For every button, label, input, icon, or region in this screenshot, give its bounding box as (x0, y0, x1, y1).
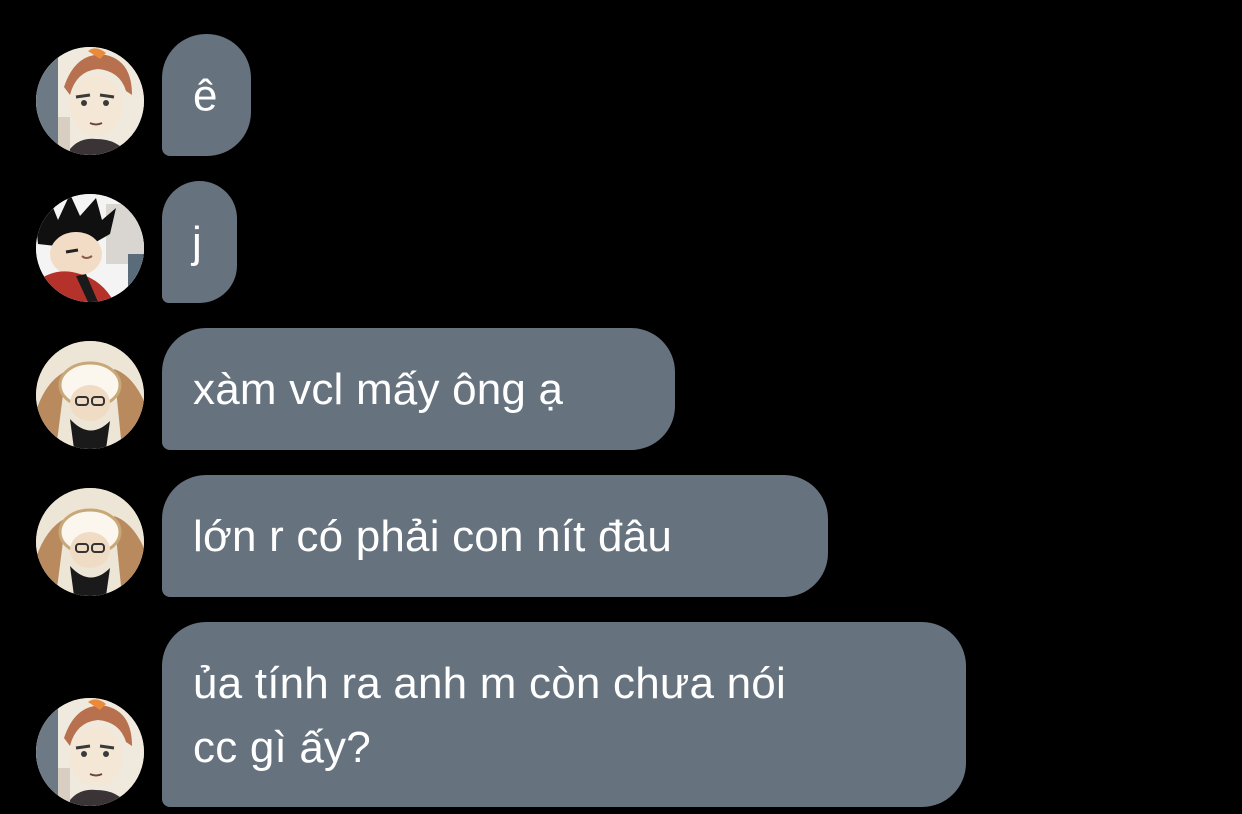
glasses-character-avatar-icon (36, 488, 144, 596)
glasses-character-avatar-icon (36, 341, 144, 449)
avatar-icon[interactable] (36, 698, 144, 806)
red-haired-character-avatar-icon (36, 698, 144, 806)
message-bubble[interactable]: ê (162, 34, 251, 156)
message-bubble[interactable]: ủa tính ra anh m còn chưa nói cc gì ấy? (162, 622, 966, 807)
avatar-icon[interactable] (36, 194, 144, 302)
avatar-icon[interactable] (36, 341, 144, 449)
avatar-icon[interactable] (36, 488, 144, 596)
chat-thread: ê j xàm vcl mấy ông ạ lớn r có phải con … (0, 0, 1242, 814)
black-haired-character-avatar-icon (36, 194, 144, 302)
red-haired-character-avatar-icon (36, 47, 144, 155)
message-bubble[interactable]: xàm vcl mấy ông ạ (162, 328, 675, 450)
avatar-icon[interactable] (36, 47, 144, 155)
message-bubble[interactable]: lớn r có phải con nít đâu (162, 475, 828, 597)
message-bubble[interactable]: j (162, 181, 237, 303)
